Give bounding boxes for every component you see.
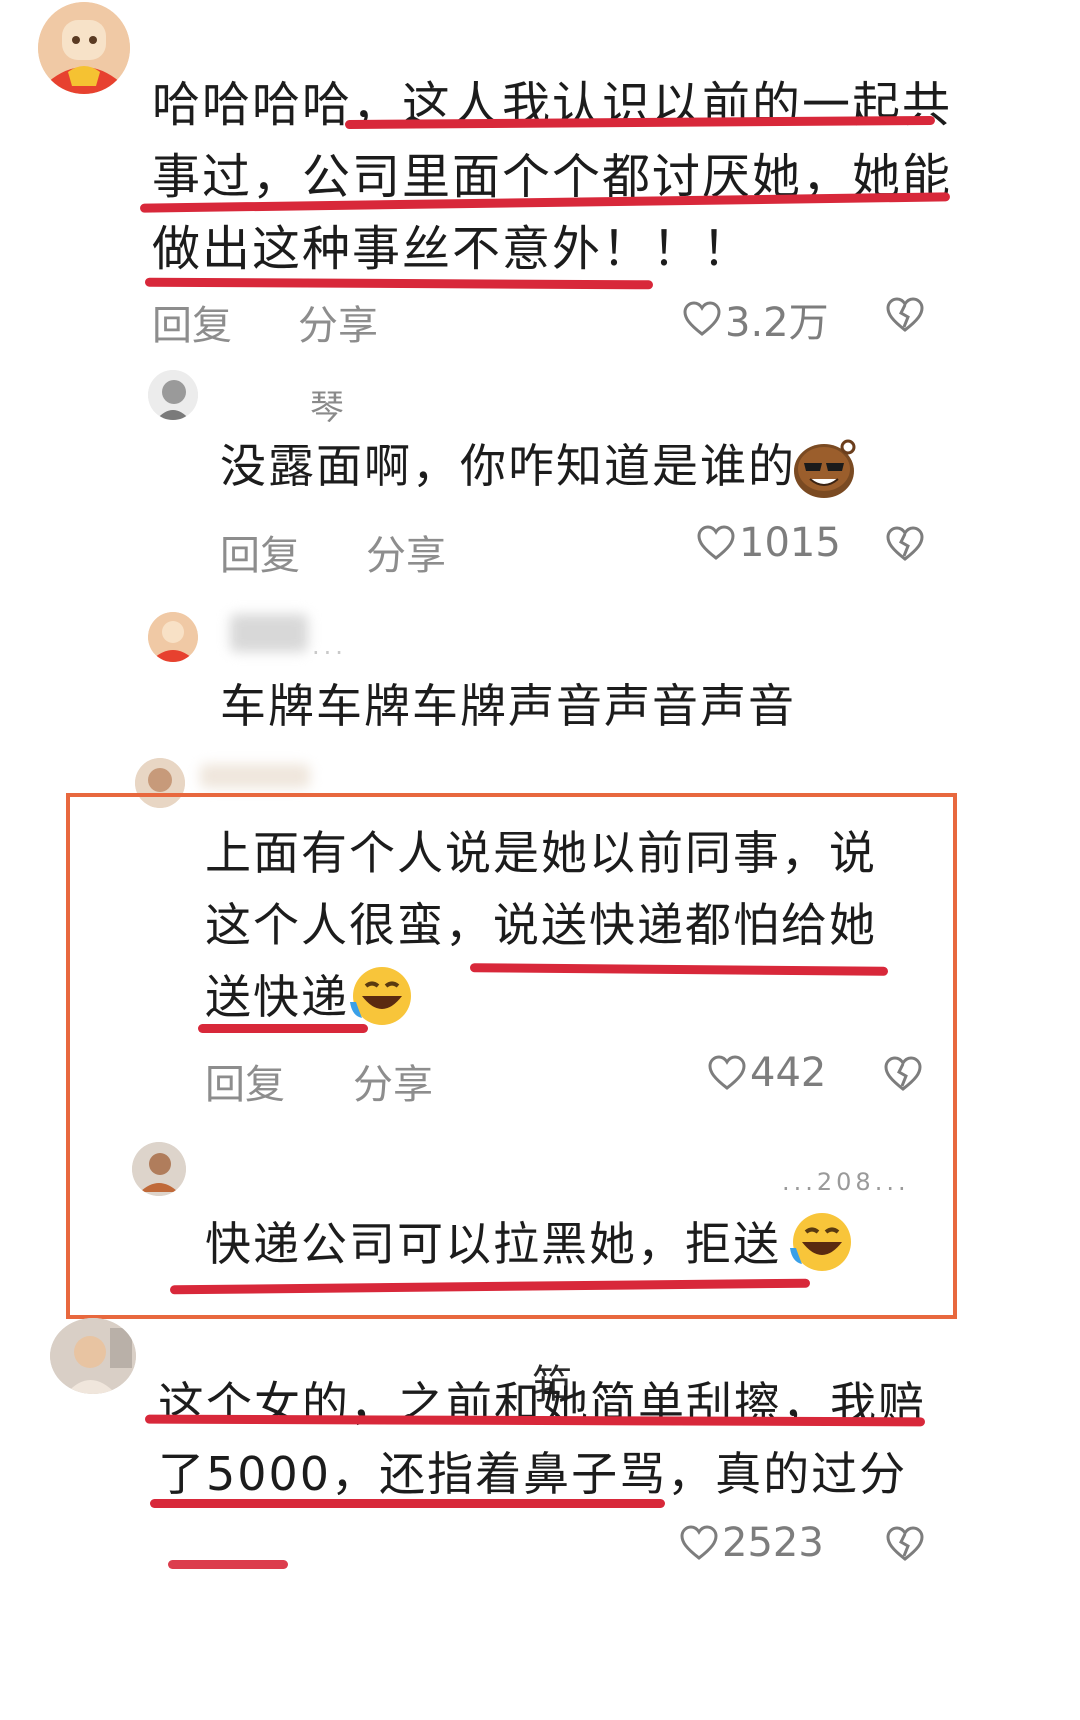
dislike-button[interactable] bbox=[886, 526, 924, 566]
comment-text-line: 哈哈哈哈，这人我认识以前的一起共 bbox=[152, 77, 953, 133]
laughing-tears-emoji-icon bbox=[786, 1208, 856, 1278]
avatar[interactable] bbox=[148, 370, 198, 420]
like-count: 2523 bbox=[722, 1520, 824, 1566]
broken-heart-icon bbox=[884, 1056, 922, 1091]
blurred-username bbox=[230, 614, 308, 652]
reply-button[interactable]: 回复 bbox=[152, 293, 232, 351]
broken-heart-icon bbox=[886, 1526, 924, 1561]
reply-button[interactable]: 回复 bbox=[205, 1052, 285, 1110]
avatar[interactable] bbox=[132, 1142, 186, 1196]
share-button[interactable]: 分享 bbox=[353, 1052, 433, 1110]
username[interactable]: 琴 bbox=[310, 380, 348, 429]
comment-text-line: 这个人很蛮，说送快递都怕给她 bbox=[205, 898, 877, 952]
dislike-button[interactable] bbox=[884, 1056, 922, 1096]
dislike-button[interactable] bbox=[886, 1526, 924, 1566]
laughing-tears-emoji-icon bbox=[346, 962, 416, 1032]
comment-text-line: 车牌车牌车牌声音声音声音 bbox=[220, 679, 796, 733]
reply-button[interactable]: 回复 bbox=[220, 523, 300, 581]
comment-text-line: 上面有个人说是她以前同事，说 bbox=[205, 826, 877, 880]
username-suffix: ...208... bbox=[782, 1168, 910, 1196]
like-button[interactable]: 3.2万 bbox=[683, 290, 829, 348]
heart-outline-icon bbox=[683, 301, 721, 336]
broken-heart-icon bbox=[886, 297, 924, 332]
share-button[interactable]: 分享 bbox=[366, 523, 446, 581]
broken-heart-icon bbox=[886, 526, 924, 561]
like-count: 1015 bbox=[739, 520, 841, 566]
comment-text-line: 快递公司可以拉黑她，拒送 bbox=[205, 1217, 781, 1271]
like-button[interactable]: 1015 bbox=[697, 520, 841, 566]
like-button[interactable]: 442 bbox=[708, 1050, 826, 1096]
red-underline bbox=[144, 277, 654, 290]
comment-text-line: 做出这种事丝不意外！！！ bbox=[152, 221, 753, 277]
heart-outline-icon bbox=[680, 1525, 718, 1560]
heart-outline-icon bbox=[708, 1055, 746, 1090]
cool-face-emoji-icon bbox=[790, 437, 858, 505]
like-count: 442 bbox=[750, 1050, 827, 1096]
like-button[interactable]: 2523 bbox=[680, 1520, 824, 1566]
avatar[interactable] bbox=[148, 612, 198, 662]
comment-text-line: 没露面啊，你咋知道是谁的 bbox=[220, 439, 796, 493]
heart-outline-icon bbox=[697, 525, 735, 560]
dislike-button[interactable] bbox=[886, 297, 924, 337]
red-underline bbox=[150, 1499, 665, 1508]
red-underline bbox=[168, 1560, 288, 1569]
avatar[interactable] bbox=[38, 2, 130, 94]
comment-text-line: 这个女的，之前和她简单刮擦，我赔 bbox=[158, 1377, 926, 1431]
share-button[interactable]: 分享 bbox=[298, 293, 378, 351]
like-count: 3.2万 bbox=[725, 300, 829, 346]
blurred-username bbox=[200, 764, 310, 788]
red-underline bbox=[198, 1024, 368, 1033]
username-suffix: ... bbox=[312, 632, 347, 660]
avatar[interactable] bbox=[50, 1318, 136, 1394]
